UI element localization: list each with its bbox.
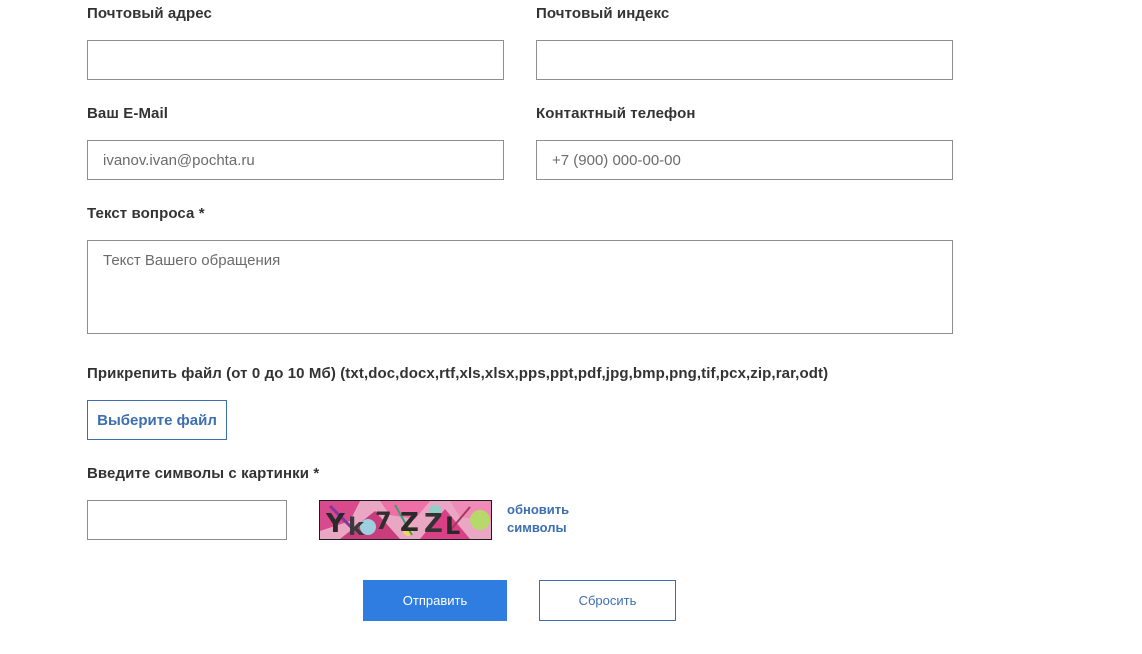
postal-code-input[interactable] [536, 40, 953, 80]
captcha-label: Введите символы с картинки * [87, 465, 320, 482]
attachment-label: Прикрепить файл (от 0 до 10 Мб) (txt,doc… [87, 365, 829, 382]
email-label: Ваш E-Mail [87, 105, 169, 122]
reset-button[interactable]: Сбросить [539, 580, 676, 621]
svg-text:Z: Z [400, 508, 419, 538]
svg-text:k: k [348, 513, 365, 539]
postal-code-label: Почтовый индекс [536, 5, 670, 22]
captcha-image: Y k 7 Z Z L [319, 500, 492, 540]
refresh-captcha-line1: обновить [507, 502, 570, 517]
postal-address-input[interactable] [87, 40, 504, 80]
captcha-input[interactable] [87, 500, 287, 540]
phone-label: Контактный телефон [536, 105, 696, 122]
submit-button[interactable]: Отправить [363, 580, 507, 621]
email-input[interactable] [87, 140, 504, 180]
svg-text:Z: Z [424, 509, 443, 539]
phone-input[interactable] [536, 140, 953, 180]
svg-text:Y: Y [325, 509, 346, 539]
choose-file-button[interactable]: Выберите файл [87, 400, 227, 440]
question-textarea[interactable] [87, 240, 953, 334]
question-label: Текст вопроса * [87, 205, 205, 222]
refresh-captcha-line2: символы [507, 520, 567, 535]
postal-address-label: Почтовый адрес [87, 5, 212, 22]
svg-text:7: 7 [375, 507, 392, 535]
refresh-captcha-link[interactable]: обновить символы [507, 501, 587, 537]
svg-text:L: L [445, 512, 460, 539]
